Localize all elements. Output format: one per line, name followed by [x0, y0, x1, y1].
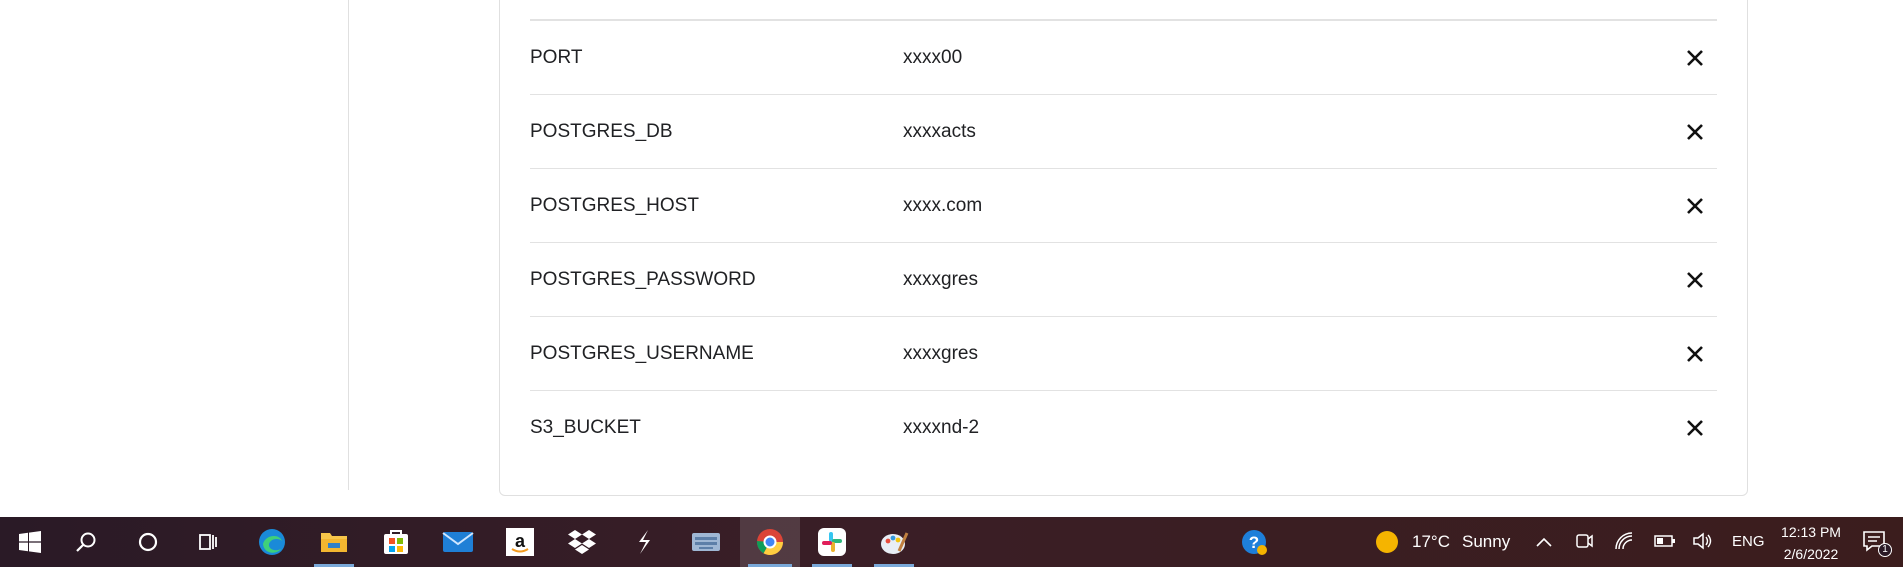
env-key: POSTGRES_DB	[530, 120, 673, 142]
env-key: POSTGRES_HOST	[530, 194, 699, 216]
delete-button[interactable]	[1675, 260, 1715, 300]
slashdot-app[interactable]	[616, 517, 672, 567]
chrome-app[interactable]	[740, 517, 800, 567]
amazon-icon: a	[506, 528, 534, 556]
sidebar-divider	[348, 0, 349, 490]
slack-app[interactable]	[804, 517, 860, 567]
webcam-icon	[1576, 534, 1593, 548]
weather-temp: 17°C	[1412, 532, 1450, 551]
windows-icon	[19, 531, 41, 553]
keyboard-app[interactable]	[678, 517, 734, 567]
amazon-app[interactable]: a	[492, 517, 548, 567]
env-key: S3_BUCKET	[530, 417, 641, 438]
store-app[interactable]	[368, 517, 424, 567]
wifi-icon	[1615, 532, 1633, 550]
weather-widget[interactable]	[1374, 529, 1400, 555]
start-button[interactable]	[2, 517, 58, 567]
env-row: S3_BUCKET xxxxnd-2	[530, 391, 1717, 465]
env-row: POSTGRES_HOST xxxx.com	[530, 169, 1717, 243]
edge-app[interactable]	[244, 517, 300, 567]
clock-date: 2/6/2022	[1783, 546, 1839, 562]
volume-button[interactable]	[1692, 531, 1714, 556]
env-row: POSTGRES_DB xxxxacts	[530, 95, 1717, 169]
dropbox-icon	[568, 530, 596, 554]
env-row: POSTGRES_USERNAME xxxxgres	[530, 317, 1717, 391]
close-icon	[1687, 345, 1703, 362]
language-indicator[interactable]: ENG	[1732, 533, 1765, 550]
env-row: POSTGRES_PASSWORD xxxxgres	[530, 243, 1717, 317]
delete-button[interactable]	[1675, 112, 1715, 152]
store-icon	[384, 530, 408, 554]
env-key: PORT	[530, 46, 583, 68]
edge-icon	[259, 529, 285, 555]
env-value: xxxxgres	[903, 342, 978, 364]
slack-icon	[818, 528, 846, 556]
close-icon	[1687, 123, 1703, 140]
slashdot-icon	[639, 530, 650, 554]
file-explorer-app[interactable]	[306, 517, 362, 567]
env-value: xxxxacts	[903, 120, 976, 142]
mail-app[interactable]	[430, 517, 486, 567]
delete-button[interactable]	[1675, 186, 1715, 226]
weather-condition: Sunny	[1462, 532, 1511, 551]
search-button[interactable]	[58, 517, 114, 567]
cortana-icon	[138, 532, 158, 552]
env-value: xxxxnd-2	[903, 417, 980, 438]
network-button[interactable]	[1614, 531, 1634, 556]
sun-icon	[1376, 531, 1398, 553]
paint-icon	[881, 532, 909, 554]
help-button[interactable]: ?	[1226, 517, 1282, 567]
delete-button[interactable]	[1675, 38, 1715, 78]
paint-app[interactable]	[866, 517, 922, 567]
help-icon: ?	[1242, 530, 1267, 555]
task-view-button[interactable]	[180, 517, 236, 567]
env-value: xxxx00	[903, 46, 963, 68]
chevron-up-icon	[1536, 537, 1552, 547]
close-icon	[1687, 197, 1703, 214]
show-hidden-icons-button[interactable]	[1532, 529, 1556, 555]
file-explorer-icon	[321, 533, 347, 552]
speaker-icon	[1693, 532, 1712, 550]
env-value: xxxxgres	[903, 268, 978, 290]
battery-button[interactable]	[1654, 533, 1676, 554]
env-key: POSTGRES_PASSWORD	[530, 268, 756, 290]
notification-count-badge: 1	[1878, 543, 1892, 557]
keyboard-app-icon	[692, 533, 720, 551]
action-center-button[interactable]: 1	[1862, 529, 1892, 557]
meet-now-button[interactable]	[1574, 531, 1594, 556]
env-row: PORT xxxx00	[530, 21, 1717, 95]
clock-time: 12:13 PM	[1781, 524, 1841, 540]
env-value: xxxx.com	[903, 194, 983, 216]
dropbox-app[interactable]	[554, 517, 610, 567]
battery-icon	[1654, 535, 1675, 547]
env-key: POSTGRES_USERNAME	[530, 342, 754, 364]
svg-text:a: a	[515, 531, 526, 551]
mail-icon	[442, 532, 474, 552]
clock[interactable]: 12:13 PM 2/6/2022	[1774, 521, 1848, 565]
close-icon	[1687, 420, 1703, 436]
close-icon	[1687, 271, 1703, 288]
cortana-button[interactable]	[120, 517, 176, 567]
close-icon	[1687, 49, 1703, 66]
task-view-icon	[199, 534, 217, 550]
delete-button[interactable]	[1675, 408, 1715, 448]
taskbar: a ? 17°C Sunny ENG 1	[0, 517, 1903, 567]
chrome-icon	[756, 529, 784, 556]
delete-button[interactable]	[1675, 334, 1715, 374]
search-icon	[76, 532, 96, 552]
